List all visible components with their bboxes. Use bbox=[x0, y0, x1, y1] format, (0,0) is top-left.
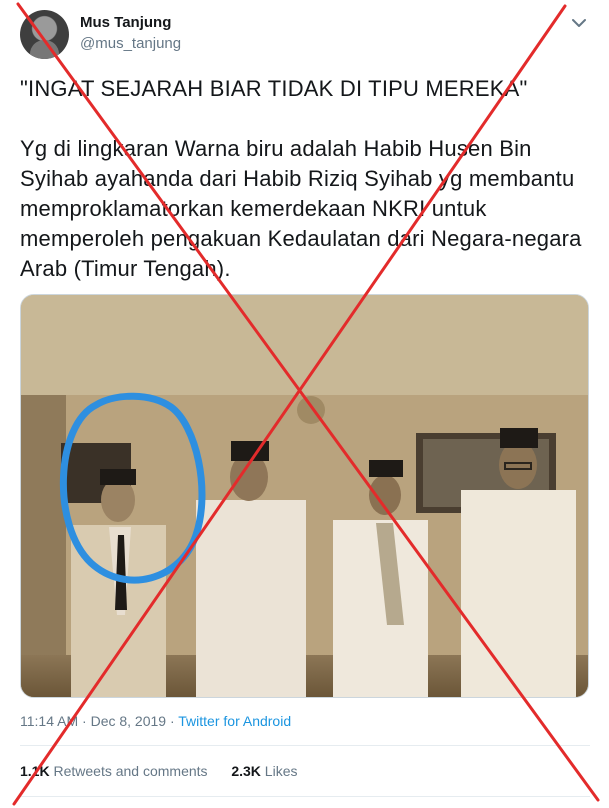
tweet-date[interactable]: Dec 8, 2019 bbox=[91, 713, 167, 729]
avatar[interactable] bbox=[20, 10, 69, 59]
retweets-count: 1.1K bbox=[20, 763, 50, 779]
retweets-stat[interactable]: 1.1K Retweets and comments bbox=[20, 763, 211, 779]
divider bbox=[20, 796, 590, 797]
tweet-stats: 1.1K Retweets and comments 2.3K Likes bbox=[20, 763, 297, 779]
tweet-time[interactable]: 11:14 AM bbox=[20, 713, 78, 729]
tweet-headline: "INGAT SEJARAH BIAR TIDAK DI TIPU MEREKA… bbox=[20, 76, 528, 101]
meta-separator: · bbox=[82, 713, 87, 729]
likes-label: Likes bbox=[264, 763, 298, 779]
likes-stat[interactable]: 2.3K Likes bbox=[231, 763, 297, 779]
tweet-options-button[interactable] bbox=[570, 14, 588, 32]
tweet: Mus Tanjung @mus_tanjung "INGAT SEJARAH … bbox=[0, 0, 609, 808]
author-handle[interactable]: @mus_tanjung bbox=[80, 35, 181, 52]
tweet-body: Yg di lingkaran Warna biru adalah Habib … bbox=[20, 136, 582, 281]
tweet-source-link[interactable]: Twitter for Android bbox=[178, 713, 291, 729]
retweets-label: Retweets and comments bbox=[53, 763, 208, 779]
tweet-photo[interactable] bbox=[20, 294, 589, 698]
author-display-name[interactable]: Mus Tanjung bbox=[80, 14, 171, 31]
divider bbox=[20, 745, 590, 746]
chevron-down-icon bbox=[572, 19, 586, 27]
likes-count: 2.3K bbox=[231, 763, 261, 779]
tweet-text: "INGAT SEJARAH BIAR TIDAK DI TIPU MEREKA… bbox=[20, 74, 590, 284]
tweet-meta: 11:14 AM · Dec 8, 2019 · Twitter for And… bbox=[20, 713, 291, 729]
historical-photo bbox=[21, 295, 588, 697]
meta-separator: · bbox=[169, 713, 175, 729]
